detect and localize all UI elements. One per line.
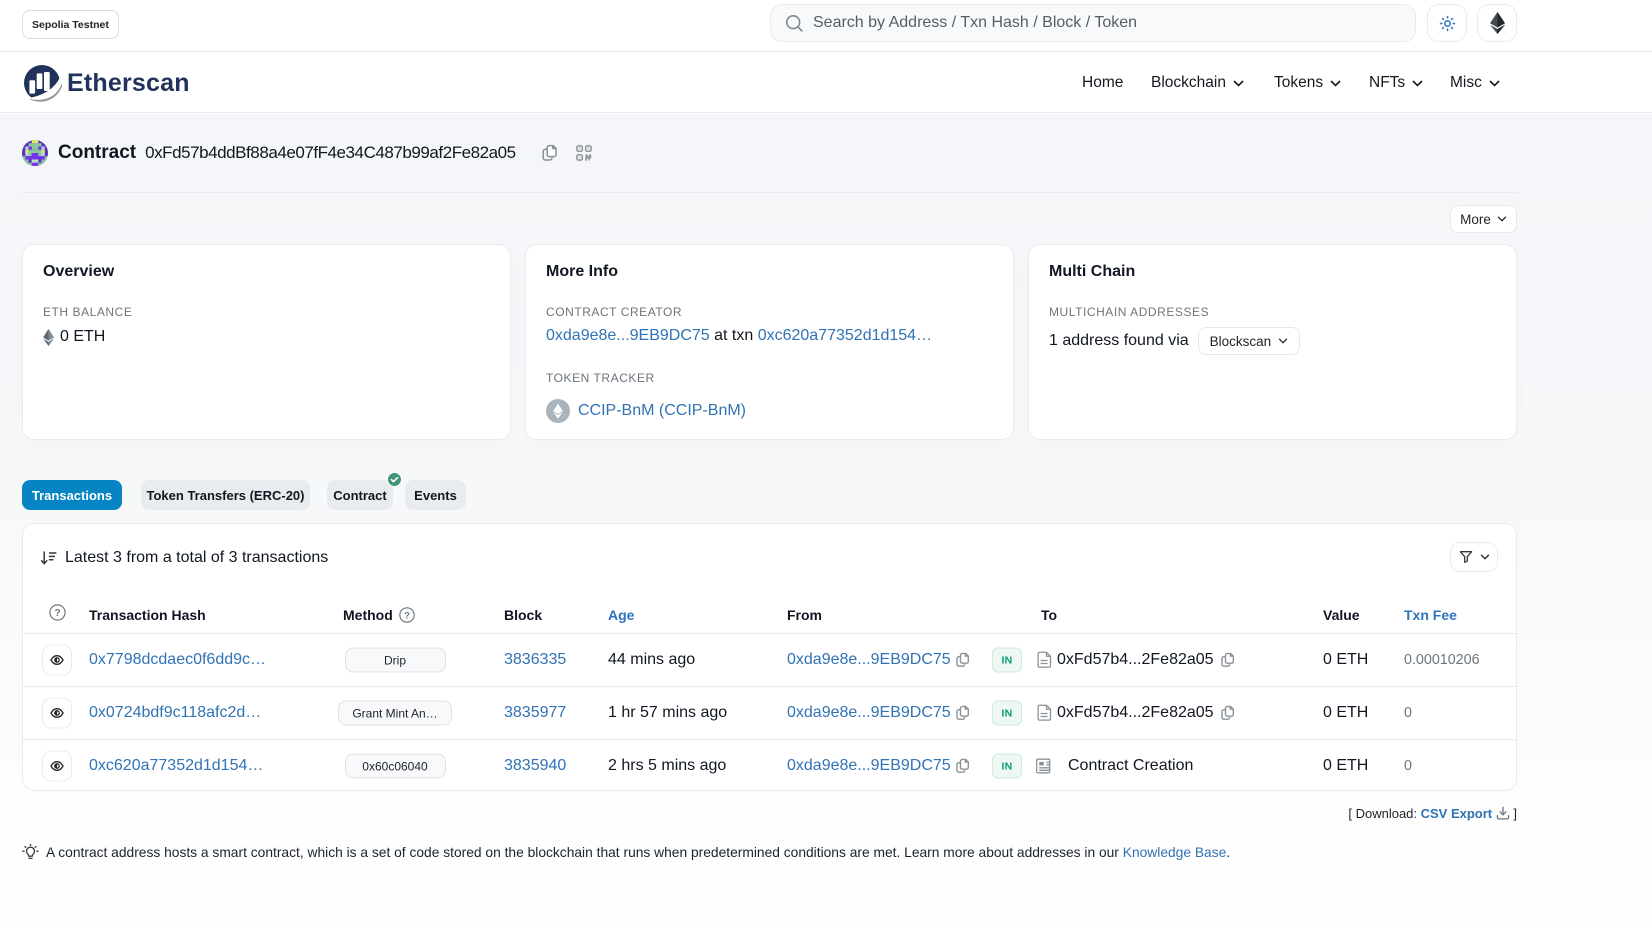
svg-text:?: ? <box>54 608 60 619</box>
svg-text:?: ? <box>404 609 410 620</box>
